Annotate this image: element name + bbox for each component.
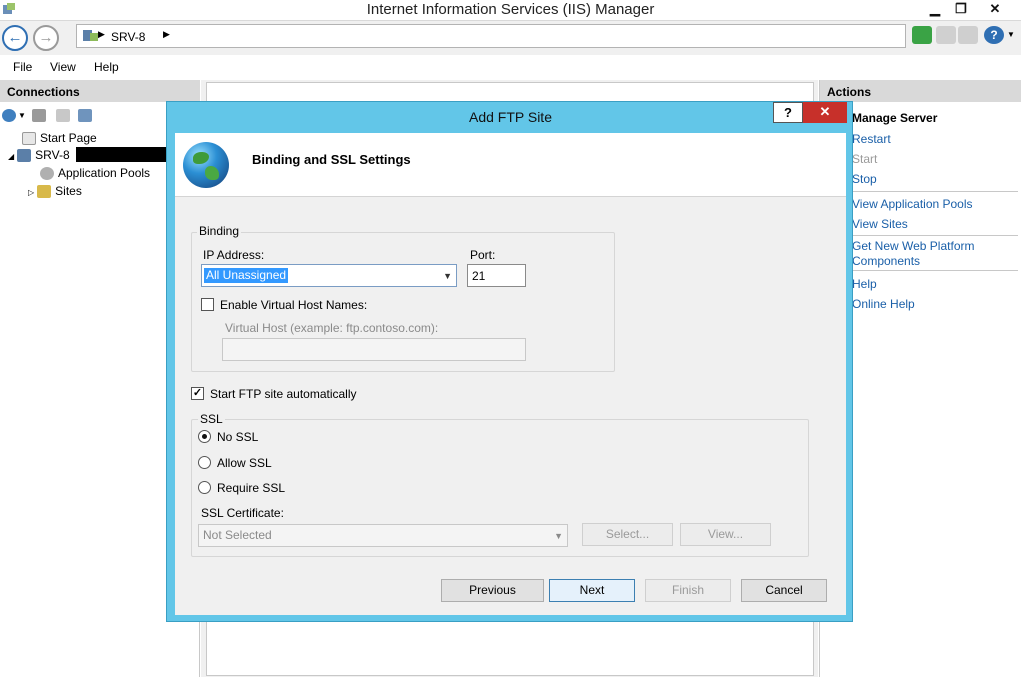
help-icon[interactable]: ? (984, 26, 1004, 44)
action-stop[interactable]: Stop (852, 172, 877, 186)
action-start[interactable]: Start (852, 152, 877, 166)
home-icon[interactable] (958, 26, 978, 44)
port-field[interactable]: 21 (467, 264, 526, 287)
menu-view[interactable]: View (50, 60, 76, 74)
allow-ssl-label: Allow SSL (217, 456, 272, 470)
enable-virtual-host-checkbox[interactable] (201, 298, 214, 311)
action-help[interactable]: Help (852, 277, 877, 291)
require-ssl-label: Require SSL (217, 481, 286, 495)
connect-dropdown-icon[interactable]: ▼ (18, 111, 26, 120)
manage-server-title: Manage Server (852, 111, 938, 125)
stop-icon[interactable] (936, 26, 956, 44)
enable-virtual-host-label: Enable Virtual Host Names: (220, 298, 368, 312)
checkmark-icon: ✓ (192, 387, 203, 399)
server-icon (17, 149, 32, 163)
start-ftp-auto-checkbox[interactable]: ✓ (191, 387, 204, 400)
breadcrumb-arrow-icon: ▶ (98, 29, 105, 39)
port-value: 21 (472, 269, 486, 283)
ssl-group-label: SSL (198, 412, 225, 426)
forward-button[interactable]: → (33, 25, 59, 51)
action-restart[interactable]: Restart (852, 132, 891, 146)
chevron-down-icon[interactable]: ▼ (554, 531, 563, 541)
menu-file[interactable]: File (13, 60, 32, 74)
expand-arrow-icon[interactable]: ▷ (28, 188, 34, 197)
help-dropdown-icon[interactable]: ▼ (1007, 30, 1015, 39)
breadcrumb-arrow-icon[interactable]: ▶ (163, 29, 170, 40)
cancel-button[interactable]: Cancel (741, 579, 827, 602)
action-view-sites[interactable]: View Sites (852, 217, 908, 231)
refresh-icon[interactable] (912, 26, 932, 44)
ssl-certificate-combo[interactable]: Not Selected ▼ (198, 524, 568, 547)
connect-icon[interactable] (2, 109, 16, 122)
title-bar: Internet Information Services (IIS) Mana… (0, 0, 1021, 21)
ssl-certificate-value: Not Selected (203, 528, 272, 542)
tree-item-sites[interactable]: ▷ Sites (28, 184, 82, 199)
virtual-host-field[interactable] (222, 338, 526, 361)
dialog-close-button[interactable]: ✕ (803, 102, 847, 123)
tree-item-server[interactable]: ◢ SRV-8 (8, 148, 70, 163)
ssl-certificate-label: SSL Certificate: (201, 506, 284, 520)
action-view-application-pools[interactable]: View Application Pools (852, 197, 973, 211)
menu-bar: File View Help (0, 55, 1021, 79)
tree-item-application-pools[interactable]: Application Pools (40, 166, 150, 181)
connections-toolbar: ▼ (2, 107, 112, 127)
ip-address-value: All Unassigned (204, 268, 289, 283)
select-certificate-button[interactable]: Select... (582, 523, 673, 546)
view-certificate-button[interactable]: View... (680, 523, 771, 546)
menu-help[interactable]: Help (94, 60, 119, 74)
up-icon[interactable] (56, 109, 70, 122)
dialog-body: Binding and SSL Settings Binding IP Addr… (175, 133, 846, 615)
back-button[interactable]: ← (2, 25, 28, 51)
ip-address-combo[interactable]: All Unassigned ▼ (201, 264, 457, 287)
close-window-button[interactable]: ✕ (978, 0, 1012, 19)
address-path: SRV-8 (111, 30, 146, 44)
action-online-help[interactable]: Online Help (852, 297, 915, 311)
back-arrow-icon: ← (7, 29, 23, 46)
no-ssl-radio[interactable] (198, 430, 211, 443)
application-pools-icon (40, 167, 54, 181)
start-page-icon (22, 132, 36, 146)
actions-separator (852, 235, 1018, 236)
redacted-server-name (76, 147, 166, 162)
add-ftp-site-dialog: Add FTP Site ? ✕ Binding and SSL Setting… (166, 101, 853, 622)
finish-button[interactable]: Finish (645, 579, 731, 602)
no-ssl-label: No SSL (217, 430, 259, 444)
dialog-title: Add FTP Site (468, 109, 552, 125)
virtual-host-label: Virtual Host (example: ftp.contoso.com): (225, 321, 439, 335)
address-box[interactable]: ▶ SRV-8 ▶ (76, 24, 906, 48)
start-ftp-auto-label: Start FTP site automatically (210, 387, 357, 401)
action-get-web-platform-line2[interactable]: Components (852, 254, 920, 268)
binding-group-label: Binding (197, 224, 242, 238)
next-button[interactable]: Next (549, 579, 635, 602)
actions-separator (852, 270, 1018, 271)
actions-header: Actions (820, 80, 1021, 102)
connections-header: Connections (0, 80, 200, 102)
dialog-heading: Binding and SSL Settings (252, 152, 411, 167)
port-label: Port: (470, 248, 496, 262)
window-title: Internet Information Services (IIS) Mana… (366, 1, 655, 18)
forward-arrow-icon: → (38, 29, 54, 46)
action-get-web-platform[interactable]: Get New Web Platform (852, 239, 974, 253)
allow-ssl-radio[interactable] (198, 456, 211, 469)
ip-address-label: IP Address: (203, 248, 265, 262)
require-ssl-radio[interactable] (198, 481, 211, 494)
actions-separator (852, 191, 1018, 192)
tree-item-start-page[interactable]: Start Page (22, 131, 97, 146)
disconnect-icon[interactable] (78, 109, 92, 122)
previous-button[interactable]: Previous (441, 579, 544, 602)
chevron-down-icon[interactable]: ▼ (443, 271, 452, 281)
save-icon[interactable] (32, 109, 46, 122)
restore-button[interactable]: ❐ (944, 0, 978, 19)
sites-folder-icon (37, 185, 52, 199)
dialog-help-button[interactable]: ? (773, 102, 803, 123)
dialog-header: Binding and SSL Settings (175, 133, 846, 197)
globe-icon (183, 142, 229, 188)
collapse-arrow-icon[interactable]: ◢ (8, 152, 14, 161)
address-bar-row: ← → ▶ SRV-8 ▶ ? ▼ (0, 21, 1021, 55)
